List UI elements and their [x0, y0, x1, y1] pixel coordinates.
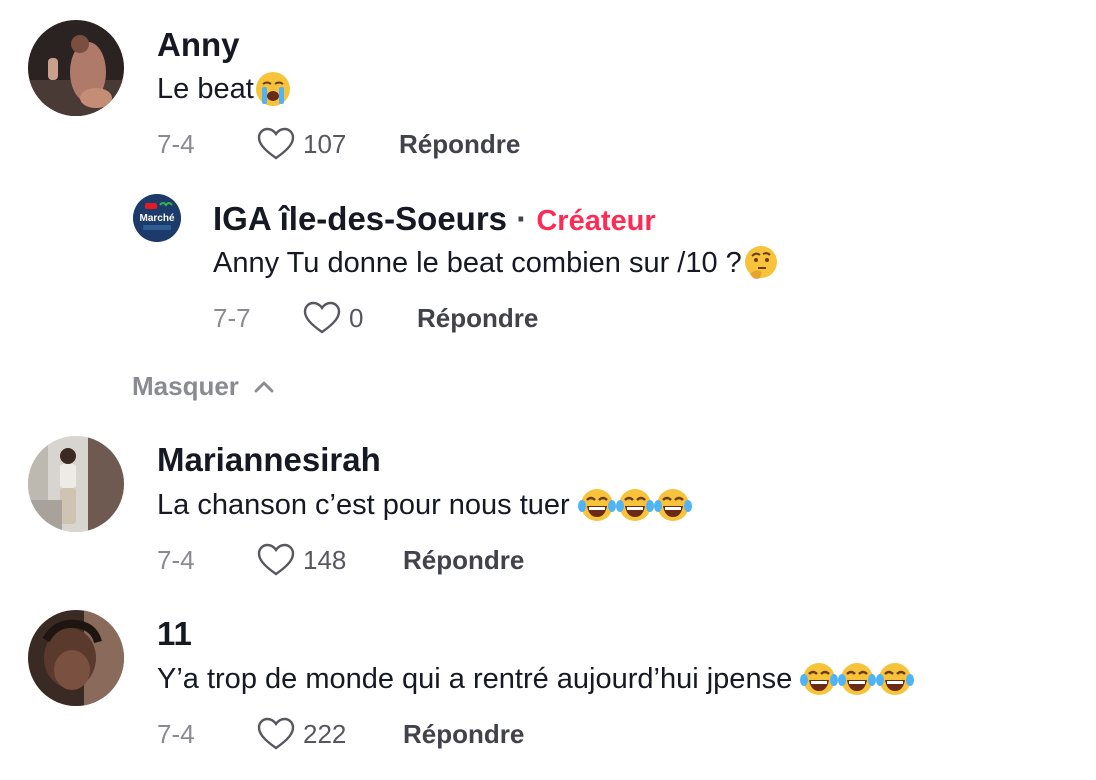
comment-date: 7-4	[157, 544, 195, 575]
avatar[interactable]	[28, 20, 124, 116]
creator-avatar[interactable]: Marché	[133, 194, 181, 242]
comment-meta: 7-4 107 Répondre	[157, 126, 520, 162]
loudly-crying-face-icon	[254, 70, 292, 108]
comment-text: La chanson c’est pour nous tuer	[157, 486, 692, 524]
comment-meta: 7-4 148 Répondre	[157, 542, 524, 578]
comment-body: La chanson c’est pour nous tuer	[157, 489, 578, 521]
heart-icon	[257, 127, 295, 160]
comment-author[interactable]: 11	[157, 614, 192, 654]
reply-button[interactable]: Répondre	[399, 129, 520, 160]
reply-button[interactable]: Répondre	[417, 303, 538, 334]
tears-of-joy-icon	[876, 660, 915, 698]
comment-date: 7-4	[157, 128, 195, 159]
creator-badge: Créateur	[536, 205, 656, 237]
avatar-marche-text: Marché	[139, 213, 174, 224]
hide-replies-label: Masquer	[132, 371, 239, 401]
like-button[interactable]: 148	[257, 543, 363, 577]
comment-text: Y’a trop de monde qui a rentré aujourd’h…	[157, 660, 915, 698]
reply-meta: 7-7 0 Répondre	[213, 300, 538, 336]
avatar[interactable]	[28, 610, 124, 706]
reply-body: Anny Tu donne le beat combien sur /10 ?	[213, 247, 742, 279]
tears-of-joy-icon	[800, 660, 839, 698]
like-button[interactable]: 222	[257, 717, 363, 751]
reply-text: Anny Tu donne le beat combien sur /10 ?	[213, 244, 780, 282]
comment-text: Le beat	[157, 70, 292, 108]
comment-author[interactable]: Mariannesirah	[157, 440, 381, 480]
comment-body: Le beat	[157, 73, 254, 105]
reply-date: 7-7	[213, 302, 251, 333]
tears-of-joy-icon	[653, 486, 692, 524]
like-count: 148	[303, 544, 347, 575]
tears-of-joy-icon	[577, 486, 616, 524]
tears-of-joy-icon	[615, 486, 654, 524]
reply-button[interactable]: Répondre	[403, 545, 524, 576]
avatar[interactable]	[28, 436, 124, 532]
like-button[interactable]: 107	[257, 127, 363, 161]
reply-author[interactable]: IGA île-des-Soeurs	[213, 200, 507, 237]
comment-body: Y’a trop de monde qui a rentré aujourd’h…	[157, 663, 801, 695]
heart-icon	[257, 717, 295, 750]
chevron-up-icon	[254, 381, 274, 392]
comment-author[interactable]: Anny	[157, 25, 240, 65]
hide-replies-button[interactable]: Masquer	[132, 371, 275, 402]
like-count: 0	[349, 302, 364, 333]
like-count: 222	[303, 718, 347, 749]
like-button[interactable]: 0	[303, 301, 379, 335]
reply-author-line: IGA île-des-Soeurs · Créateur	[213, 199, 656, 241]
reply-button[interactable]: Répondre	[403, 719, 524, 750]
like-count: 107	[303, 128, 347, 159]
comment-date: 7-4	[157, 718, 195, 749]
thinking-face-icon	[742, 244, 780, 282]
separator-dot: ·	[507, 200, 537, 237]
comment-meta: 7-4 222 Répondre	[157, 716, 524, 752]
heart-icon	[303, 301, 341, 334]
tears-of-joy-icon	[838, 660, 877, 698]
heart-icon	[257, 543, 295, 576]
